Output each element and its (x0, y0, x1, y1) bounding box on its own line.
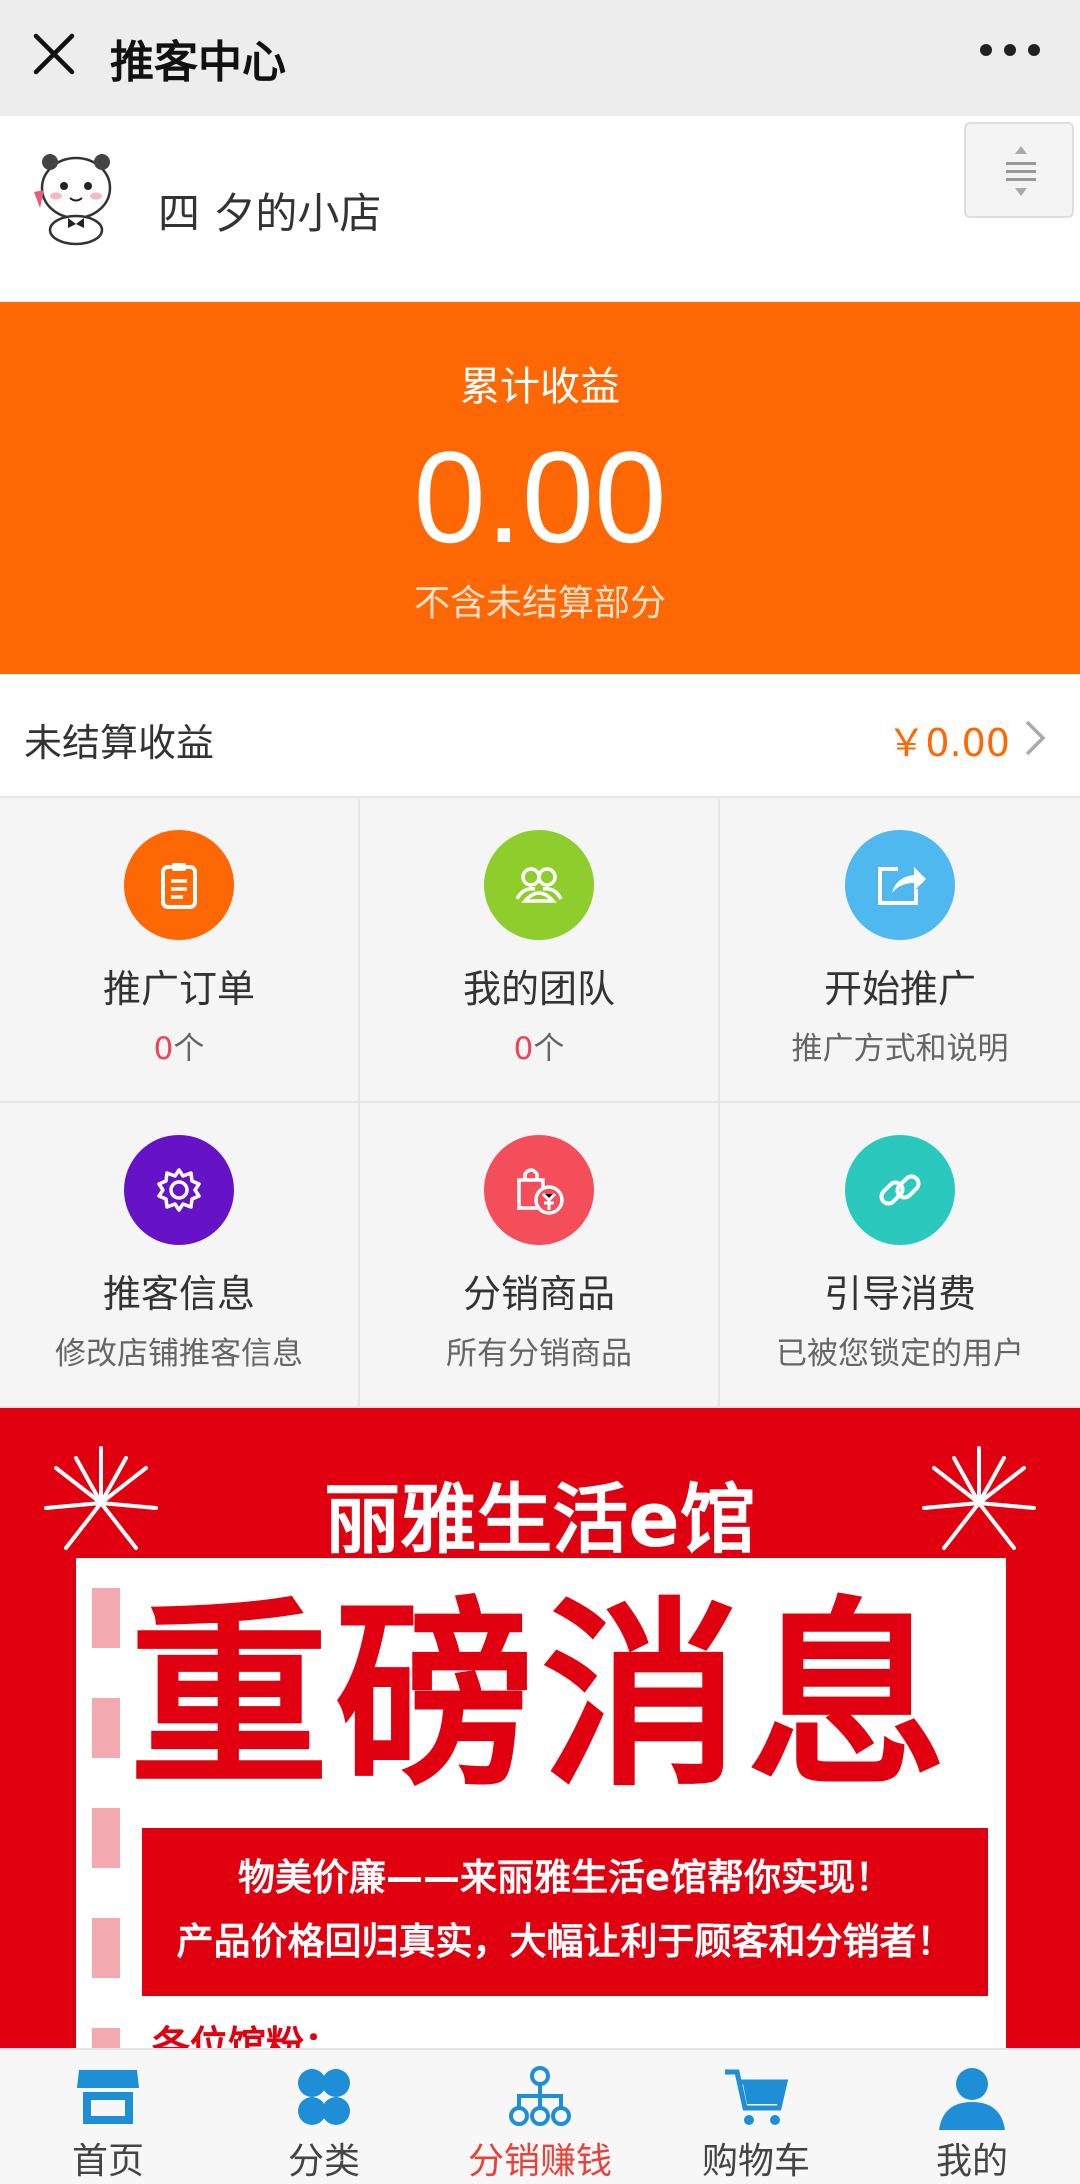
shop-header[interactable]: 四 夕的小店 (0, 116, 1080, 302)
total-earnings-note: 不含未结算部分 (413, 583, 666, 624)
bottom-tab-bar: 首页 分类 分销赚钱 购物车 我的 (0, 2048, 1080, 2184)
shopping-bag-icon (484, 1135, 594, 1245)
team-icon (484, 830, 594, 940)
grid-item-label: 引导消费 (823, 1272, 976, 1316)
user-icon (939, 2068, 1005, 2130)
grid-item-label: 推客信息 (102, 1272, 255, 1316)
total-earnings-value: 0.00 (413, 424, 667, 570)
grid-item-promotion-orders[interactable]: 推广订单 0个 (0, 798, 360, 1103)
grid-item-distribution-products[interactable]: 分销商品 所有分销商品 (360, 1103, 720, 1408)
banner-line: 产品价格回归真实，大幅让利于顾客和分销者！ (176, 1920, 954, 1963)
grid-item-subtitle: 修改店铺推客信息 (55, 1336, 303, 1372)
share-icon (845, 830, 955, 940)
close-icon[interactable] (30, 30, 78, 78)
promo-banner[interactable]: 丽雅生活e馆 重磅消息 物美价廉——来丽雅生活e馆帮你实现！ 产品价格回归真实，… (0, 1408, 1080, 2048)
banner-headline: 重磅消息 (128, 1581, 953, 1814)
cart-icon (725, 2069, 789, 2125)
scroll-icon (1006, 146, 1036, 196)
grid-item-subtitle: 所有分销商品 (446, 1336, 632, 1372)
banner-greeting: 各位馆粉： (152, 2023, 343, 2048)
tab-distribution[interactable]: 分销赚钱 (432, 2050, 648, 2184)
grid-item-my-team[interactable]: 我的团队 0个 (360, 798, 720, 1103)
grid-item-subtitle: 推广方式和说明 (791, 1031, 1009, 1067)
banner-message-box: 物美价廉——来丽雅生活e馆帮你实现！ 产品价格回归真实，大幅让利于顾客和分销者！ (142, 1828, 988, 1996)
store-icon (77, 2070, 139, 2124)
clipboard-icon (124, 830, 234, 940)
tab-cart[interactable]: 购物车 (648, 2050, 864, 2184)
tab-home[interactable]: 首页 (0, 2050, 216, 2184)
tab-label: 购物车 (701, 2141, 810, 2182)
banner-brand: 丽雅生活e馆 (324, 1475, 756, 1564)
chevron-right-icon (1025, 720, 1046, 756)
grid-item-promoter-info[interactable]: 推客信息 修改店铺推客信息 (0, 1103, 360, 1408)
scroll-to-top-button[interactable] (964, 122, 1074, 218)
banner-line: 物美价廉——来丽雅生活e馆帮你实现！ (237, 1856, 893, 1899)
grid-item-count: 0个 (513, 1031, 565, 1067)
category-icon (298, 2069, 350, 2125)
grid-item-label: 推广订单 (102, 967, 255, 1011)
link-icon (845, 1135, 955, 1245)
unsettled-earnings-row[interactable]: 未结算收益 ￥0.00 (0, 674, 1080, 798)
page-title: 推客中心 (110, 37, 286, 88)
grid-item-label: 我的团队 (462, 967, 615, 1011)
total-earnings-panel: 累计收益 0.00 不含未结算部分 (0, 302, 1080, 674)
grid-item-start-promotion[interactable]: 开始推广 推广方式和说明 (720, 798, 1080, 1103)
grid-item-guided-consumption[interactable]: 引导消费 已被您锁定的用户 (720, 1103, 1080, 1408)
tab-mine[interactable]: 我的 (864, 2050, 1080, 2184)
grid-item-label: 分销商品 (462, 1272, 615, 1316)
avatar (34, 154, 112, 246)
tab-label: 我的 (935, 2141, 1008, 2182)
grid-item-label: 开始推广 (823, 967, 976, 1011)
shop-name: 四 夕的小店 (158, 189, 382, 238)
gear-icon (124, 1135, 234, 1245)
unsettled-earnings-value: ￥0.00 (887, 721, 1010, 765)
banner-paper: 重磅消息 物美价廉——来丽雅生活e馆帮你实现！ 产品价格回归真实，大幅让利于顾客… (76, 1558, 1006, 2048)
tab-label: 首页 (71, 2141, 144, 2182)
feature-grid: 推广订单 0个 我的团队 0个 开始推广 推广方式和说明 推客信息 修改店铺推客… (0, 798, 1080, 1408)
grid-item-count: 0个 (153, 1031, 205, 1067)
tab-label: 分销赚钱 (467, 2141, 612, 2182)
tab-category[interactable]: 分类 (216, 2050, 432, 2184)
unsettled-earnings-label: 未结算收益 (24, 721, 215, 765)
distribution-icon (509, 2066, 571, 2126)
title-bar: 推客中心 (0, 0, 1080, 116)
total-earnings-label: 累计收益 (460, 364, 620, 410)
more-icon[interactable] (980, 44, 1040, 56)
tab-label: 分类 (287, 2141, 360, 2182)
grid-item-subtitle: 已被您锁定的用户 (776, 1336, 1024, 1372)
